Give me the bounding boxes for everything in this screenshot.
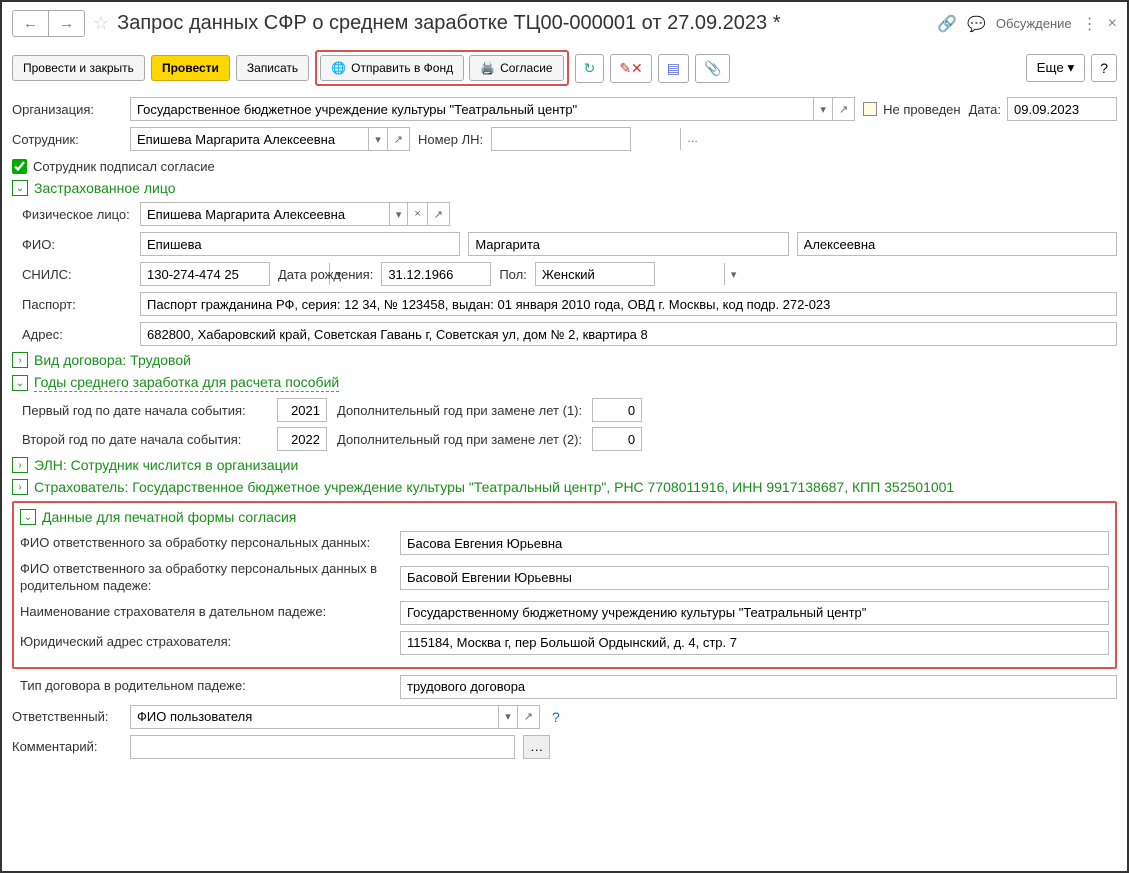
- link-icon[interactable]: 🔗: [937, 14, 957, 34]
- expand-icon: ›: [12, 479, 28, 495]
- consent-signed-checkbox[interactable]: [12, 159, 27, 174]
- phys-clear[interactable]: ×: [407, 203, 426, 225]
- ln-ellipsis[interactable]: …: [680, 128, 704, 150]
- expand-icon: ›: [12, 352, 28, 368]
- responsible-label: Ответственный:: [12, 709, 122, 724]
- phys-dropdown[interactable]: ▾: [389, 203, 408, 225]
- dob-label: Дата рождения:: [278, 267, 373, 282]
- consent-form-header[interactable]: ⌄ Данные для печатной формы согласия: [20, 509, 1109, 525]
- chat-icon[interactable]: 💬: [967, 15, 986, 33]
- close-icon[interactable]: ×: [1108, 15, 1117, 33]
- org-dropdown[interactable]: ▾: [813, 98, 832, 120]
- addyear1-input[interactable]: [592, 398, 642, 422]
- years-section-header[interactable]: ⌄ Годы среднего заработка для расчета по…: [12, 374, 1117, 392]
- date-input[interactable]: [1008, 98, 1129, 120]
- consent-form-block: ⌄ Данные для печатной формы согласия ФИО…: [12, 501, 1117, 669]
- more-button[interactable]: Еще ▾: [1026, 54, 1086, 82]
- legal-addr-input[interactable]: [400, 631, 1109, 655]
- help-icon[interactable]: ?: [552, 709, 560, 725]
- sex-label: Пол:: [499, 267, 527, 282]
- comment-input[interactable]: [130, 735, 515, 759]
- globe-icon: 🌐: [331, 61, 346, 75]
- comment-label: Комментарий:: [12, 739, 122, 754]
- year1-label: Первый год по дате начала события:: [22, 403, 267, 418]
- post-close-button[interactable]: Провести и закрыть: [12, 55, 145, 81]
- resp-input[interactable]: [400, 531, 1109, 555]
- addyear2-label: Дополнительный год при замене лет (2):: [337, 432, 582, 447]
- collapse-icon: ⌄: [12, 180, 28, 196]
- not-posted-icon: [863, 102, 877, 116]
- surname-input[interactable]: [140, 232, 460, 256]
- insurer-section[interactable]: › Страхователь: Государственное бюджетно…: [12, 479, 1117, 495]
- addyear1-label: Дополнительный год при замене лет (1):: [337, 403, 582, 418]
- resp-gen-input[interactable]: [400, 566, 1109, 590]
- address-label: Адрес:: [22, 327, 132, 342]
- comment-ellipsis[interactable]: …: [523, 735, 550, 759]
- contract-gen-label: Тип договора в родительном падеже:: [20, 678, 390, 695]
- legal-addr-label: Юридический адрес страхователя:: [20, 634, 390, 651]
- consent-button[interactable]: 🖨️Согласие: [469, 55, 563, 81]
- ln-label: Номер ЛН:: [418, 132, 483, 147]
- responsible-input[interactable]: [131, 706, 498, 728]
- star-icon[interactable]: ☆: [93, 13, 109, 34]
- name-input[interactable]: [468, 232, 788, 256]
- refresh-button[interactable]: ↻: [575, 54, 605, 83]
- collapse-icon: ⌄: [12, 375, 28, 391]
- collapse-icon: ⌄: [20, 509, 36, 525]
- sex-input[interactable]: [536, 263, 724, 285]
- resp-label: ФИО ответственного за обработку персонал…: [20, 535, 390, 552]
- eln-section[interactable]: › ЭЛН: Сотрудник числится в организации: [12, 457, 1117, 473]
- consent-signed-label: Сотрудник подписал согласие: [33, 159, 215, 174]
- phys-input[interactable]: [141, 203, 389, 225]
- employee-dropdown[interactable]: ▾: [368, 128, 387, 150]
- insured-section-header[interactable]: ⌄ Застрахованное лицо: [12, 180, 1117, 196]
- date-label: Дата:: [969, 102, 1001, 117]
- resp-gen-label: ФИО ответственного за обработку персонал…: [20, 561, 390, 595]
- phys-label: Физическое лицо:: [22, 207, 132, 222]
- nav-buttons: ← →: [12, 10, 85, 37]
- help-button[interactable]: ?: [1091, 54, 1117, 82]
- printer-icon: 🖨️: [480, 61, 495, 75]
- attachment-button[interactable]: 📎: [695, 54, 730, 83]
- document-button[interactable]: ▤: [658, 54, 689, 83]
- year2-input[interactable]: [277, 427, 327, 451]
- snils-label: СНИЛС:: [22, 267, 132, 282]
- back-button[interactable]: ←: [13, 11, 49, 36]
- responsible-open[interactable]: ↗: [517, 706, 539, 728]
- page-title: Запрос данных СФР о среднем заработке ТЦ…: [117, 12, 931, 35]
- forward-button[interactable]: →: [49, 11, 84, 36]
- passport-label: Паспорт:: [22, 297, 132, 312]
- discuss-label[interactable]: Обсуждение: [996, 16, 1072, 31]
- passport-input[interactable]: [140, 292, 1117, 316]
- contract-section[interactable]: › Вид договора: Трудовой: [12, 352, 1117, 368]
- year2-label: Второй год по дате начала события:: [22, 432, 267, 447]
- addyear2-input[interactable]: [592, 427, 642, 451]
- year1-input[interactable]: [277, 398, 327, 422]
- ln-input[interactable]: [492, 128, 680, 150]
- employee-label: Сотрудник:: [12, 132, 122, 147]
- send-to-fund-button[interactable]: 🌐Отправить в Фонд: [320, 55, 464, 81]
- employee-open[interactable]: ↗: [387, 128, 409, 150]
- phys-open[interactable]: ↗: [427, 203, 449, 225]
- insurer-dat-input[interactable]: [400, 601, 1109, 625]
- responsible-dropdown[interactable]: ▾: [498, 706, 517, 728]
- org-open[interactable]: ↗: [832, 98, 854, 120]
- not-posted-label: Не проведен: [883, 102, 960, 117]
- address-input[interactable]: [140, 322, 1117, 346]
- org-input[interactable]: [131, 98, 813, 120]
- save-button[interactable]: Записать: [236, 55, 309, 81]
- expand-icon: ›: [12, 457, 28, 473]
- org-label: Организация:: [12, 102, 122, 117]
- patronymic-input[interactable]: [797, 232, 1117, 256]
- post-button[interactable]: Провести: [151, 55, 230, 81]
- fio-label: ФИО:: [22, 237, 132, 252]
- contract-gen-input[interactable]: [400, 675, 1117, 699]
- edit-status-button[interactable]: ✎✕: [610, 54, 651, 83]
- menu-icon[interactable]: ⋮: [1082, 14, 1098, 34]
- employee-input[interactable]: [131, 128, 368, 150]
- insurer-dat-label: Наименование страхователя в дательном па…: [20, 604, 390, 621]
- highlighted-toolbar-group: 🌐Отправить в Фонд 🖨️Согласие: [315, 50, 568, 86]
- sex-dropdown[interactable]: ▾: [724, 263, 743, 285]
